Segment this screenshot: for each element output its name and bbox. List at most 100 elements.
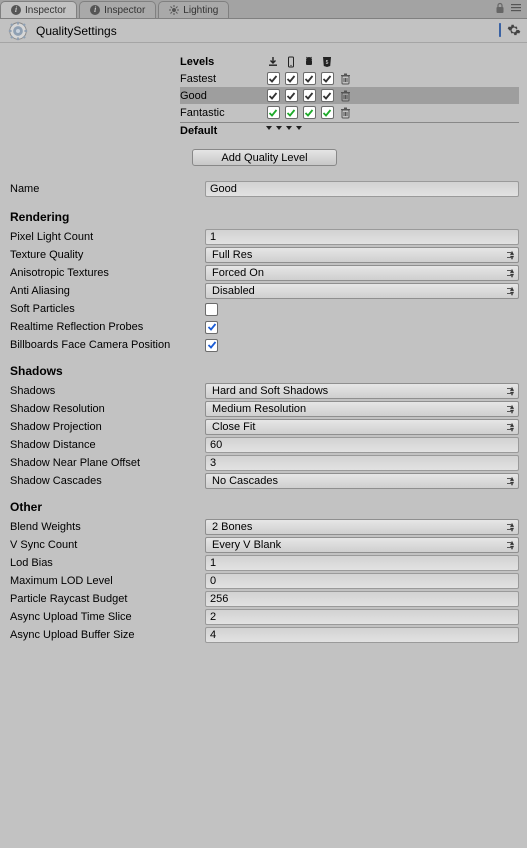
async-buffer-label: Async Upload Buffer Size [10,629,205,641]
trash-icon[interactable] [336,71,354,87]
shadow-projection-dropdown[interactable]: Close Fit▴▾ [205,419,519,435]
vsync-label: V Sync Count [10,539,205,551]
level-platform-checkbox[interactable] [264,105,282,121]
trash-header-spacer [336,54,354,70]
level-name: Fantastic [180,107,264,119]
header-right [499,23,521,37]
add-level-row: Add Quality Level [10,149,519,166]
shadows-title: Shadows [10,364,519,378]
tabbar-right [495,2,521,14]
level-platform-checkbox[interactable] [300,105,318,121]
html5-icon: 5 [318,54,336,70]
soft-particles-checkbox[interactable] [205,303,218,316]
name-row: Name [10,180,519,198]
asset-title: QualitySettings [36,24,117,38]
pixel-light-count-input[interactable] [205,229,519,245]
texture-quality-dropdown[interactable]: Full Res▴▾ [205,247,519,263]
shadow-distance-label: Shadow Distance [10,439,205,451]
anisotropic-dropdown[interactable]: Forced On▴▾ [205,265,519,281]
levels-header: Levels [180,56,264,68]
texture-quality-label: Texture Quality [10,249,205,261]
level-platform-checkbox[interactable] [318,71,336,87]
default-arrow[interactable] [264,123,274,133]
trash-icon[interactable] [336,105,354,121]
tab-menu-icon[interactable] [511,3,521,13]
tab-lighting[interactable]: Lighting [158,1,229,18]
tab-inspector-active[interactable]: i Inspector [0,1,77,18]
tab-label: Lighting [183,5,218,16]
level-platform-checkbox[interactable] [282,88,300,104]
shadows-dropdown[interactable]: Hard and Soft Shadows▴▾ [205,383,519,399]
tab-inspector[interactable]: i Inspector [79,1,156,18]
shadows-section: Shadows Shadows Hard and Soft Shadows▴▾ … [10,364,519,490]
async-buffer-input[interactable] [205,627,519,643]
info-icon: i [11,5,21,15]
max-lod-input[interactable] [205,573,519,589]
anti-aliasing-dropdown[interactable]: Disabled▴▾ [205,283,519,299]
vsync-dropdown[interactable]: Every V Blank▴▾ [205,537,519,553]
async-time-input[interactable] [205,609,519,625]
platform-columns: 5 [264,54,354,70]
level-row[interactable]: Fastest [180,70,519,87]
android-icon [300,54,318,70]
level-platform-checkbox[interactable] [300,88,318,104]
trash-icon[interactable] [336,88,354,104]
add-quality-level-button[interactable]: Add Quality Level [192,149,336,166]
default-arrow[interactable] [284,123,294,133]
level-platform-checkbox[interactable] [300,71,318,87]
tab-bar: i Inspector i Inspector Lighting [0,0,527,19]
anti-aliasing-label: Anti Aliasing [10,285,205,297]
level-platform-checkbox[interactable] [282,105,300,121]
particle-raycast-input[interactable] [205,591,519,607]
level-platform-checkbox[interactable] [264,88,282,104]
shadow-cascades-label: Shadow Cascades [10,475,205,487]
shadows-label: Shadows [10,385,205,397]
levels-header-row: Levels 5 [180,53,519,70]
gear-large-icon [6,19,30,43]
realtime-probes-label: Realtime Reflection Probes [10,321,205,333]
level-name: Good [180,90,264,102]
blend-weights-dropdown[interactable]: 2 Bones▴▾ [205,519,519,535]
particle-raycast-label: Particle Raycast Budget [10,593,205,605]
shadow-projection-label: Shadow Projection [10,421,205,433]
realtime-probes-checkbox[interactable] [205,321,218,334]
level-platform-checkbox[interactable] [318,105,336,121]
max-lod-label: Maximum LOD Level [10,575,205,587]
billboards-label: Billboards Face Camera Position [10,339,205,351]
rendering-section: Rendering Pixel Light Count Texture Qual… [10,210,519,354]
shadow-cascades-dropdown[interactable]: No Cascades▴▾ [205,473,519,489]
shadow-resolution-label: Shadow Resolution [10,403,205,415]
level-platform-checkbox[interactable] [318,88,336,104]
anisotropic-label: Anisotropic Textures [10,267,205,279]
shadow-distance-input[interactable] [205,437,519,453]
lod-bias-input[interactable] [205,555,519,571]
levels-default-row: Default [180,122,519,139]
level-platform-checkbox[interactable] [282,71,300,87]
level-name: Fastest [180,73,264,85]
tab-label: Inspector [25,5,66,16]
soft-particles-label: Soft Particles [10,303,205,315]
name-input[interactable] [205,181,519,197]
name-label: Name [10,183,205,195]
level-platform-checkbox[interactable] [264,71,282,87]
level-row[interactable]: Good [180,87,519,104]
gear-icon[interactable] [507,23,521,37]
sun-icon [169,5,179,15]
default-arrow[interactable] [274,123,284,133]
billboards-checkbox[interactable] [205,339,218,352]
level-row[interactable]: Fantastic [180,104,519,121]
content-area: Levels 5 Fastest Good Fantastic Default [0,43,527,662]
default-label: Default [180,125,264,137]
phone-icon [282,54,300,70]
tab-label: Inspector [104,5,145,16]
help-icon[interactable] [499,24,501,36]
lock-icon[interactable] [495,2,505,14]
shadow-near-plane-input[interactable] [205,455,519,471]
download-icon [264,54,282,70]
default-arrow[interactable] [294,123,304,133]
other-section: Other Blend Weights 2 Bones▴▾ V Sync Cou… [10,500,519,644]
blend-weights-label: Blend Weights [10,521,205,533]
shadow-resolution-dropdown[interactable]: Medium Resolution▴▾ [205,401,519,417]
other-title: Other [10,500,519,514]
pixel-light-count-label: Pixel Light Count [10,231,205,243]
